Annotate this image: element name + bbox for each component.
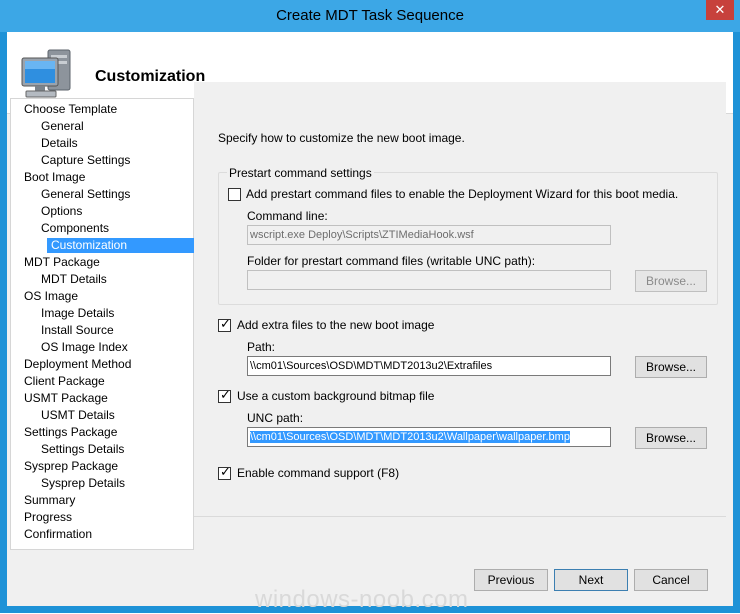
background-label: Use a custom background bitmap file [237, 389, 435, 403]
instruction-text: Specify how to customize the new boot im… [218, 131, 465, 145]
page-title: Customization [95, 68, 206, 85]
nav-item-settings-details: Settings Details [41, 442, 125, 456]
previous-button[interactable]: Previous [474, 569, 548, 591]
footer-divider [194, 516, 726, 517]
next-button[interactable]: Next [554, 569, 628, 591]
command-line-label: Command line: [247, 209, 328, 223]
prestart-checkbox[interactable] [228, 188, 241, 201]
nav-item-mdt-package: MDT Package [24, 255, 100, 269]
nav-item-os-image-index: OS Image Index [41, 340, 128, 354]
prestart-group-label: Prestart command settings [227, 166, 374, 180]
nav-item-options: Options [41, 204, 83, 218]
computer-icon [21, 49, 71, 98]
nav-item-general-settings: General Settings [41, 187, 131, 201]
command-line-field[interactable]: wscript.exe Deploy\Scripts\ZTIMediaHook.… [247, 225, 611, 245]
nav-item-choose-template: Choose Template [24, 102, 118, 116]
window-title: Create MDT Task Sequence [276, 7, 464, 24]
nav-item-install-source: Install Source [41, 323, 114, 337]
prestart-folder-label: Folder for prestart command files (writa… [247, 254, 536, 268]
cancel-button[interactable]: Cancel [634, 569, 708, 591]
nav-item-confirmation: Confirmation [24, 527, 93, 541]
background-unc-value: \\cm01\Sources\OSD\MDT\MDT2013u2\Wallpap… [250, 431, 570, 443]
command-support-checkbox[interactable] [218, 465, 231, 480]
nav-item-progress: Progress [24, 510, 73, 524]
path-label: Path: [247, 340, 276, 354]
prestart-checkbox-label: Add prestart command files to enable the… [246, 187, 679, 201]
wizard-navigation: Choose Template General Details Capture Set… [10, 98, 194, 550]
nav-item-customization: Customization [47, 238, 194, 253]
nav-item-sysprep-package: Sysprep Package [24, 459, 119, 473]
extra-files-browse-button[interactable]: Browse... [635, 356, 707, 378]
nav-item-deployment-method: Deployment Method [24, 357, 132, 371]
command-support-label: Enable command support (F8) [237, 466, 400, 480]
nav-item-components: Components [41, 221, 110, 235]
nav-item-settings-package: Settings Package [24, 425, 118, 439]
background-browse-button[interactable]: Browse... [635, 427, 707, 449]
title-bar[interactable]: Create MDT Task Sequence ✕ [0, 0, 740, 32]
nav-item-usmt-package: USMT Package [24, 391, 108, 405]
background-checkbox[interactable] [218, 388, 231, 403]
watermark: windows-noob.com [255, 586, 469, 613]
close-button[interactable]: ✕ [706, 0, 734, 20]
nav-item-sysprep-details: Sysprep Details [41, 476, 126, 490]
prestart-browse-button[interactable]: Browse... [635, 270, 707, 292]
background-unc-field[interactable]: \\cm01\Sources\OSD\MDT\MDT2013u2\Wallpap… [247, 427, 611, 447]
nav-item-capture-settings: Capture Settings [41, 153, 131, 167]
prestart-folder-field[interactable] [247, 270, 611, 290]
nav-item-client-package: Client Package [24, 374, 105, 388]
extra-files-label: Add extra files to the new boot image [237, 318, 435, 332]
nav-item-boot-image: Boot Image [24, 170, 86, 184]
nav-item-usmt-details: USMT Details [41, 408, 115, 422]
extra-files-checkbox[interactable] [218, 317, 231, 332]
nav-item-general: General [41, 119, 84, 133]
nav-item-os-image: OS Image [24, 289, 79, 303]
nav-item-image-details: Image Details [41, 306, 115, 320]
nav-item-details: Details [41, 136, 78, 150]
nav-item-summary: Summary [24, 493, 76, 507]
nav-item-mdt-details: MDT Details [41, 272, 107, 286]
extra-files-path-field[interactable]: \\cm01\Sources\OSD\MDT\MDT2013u2\Extrafi… [247, 356, 611, 376]
wizard-window: Create MDT Task Sequence ✕ Customization… [0, 0, 740, 613]
unc-path-label: UNC path: [247, 411, 304, 425]
